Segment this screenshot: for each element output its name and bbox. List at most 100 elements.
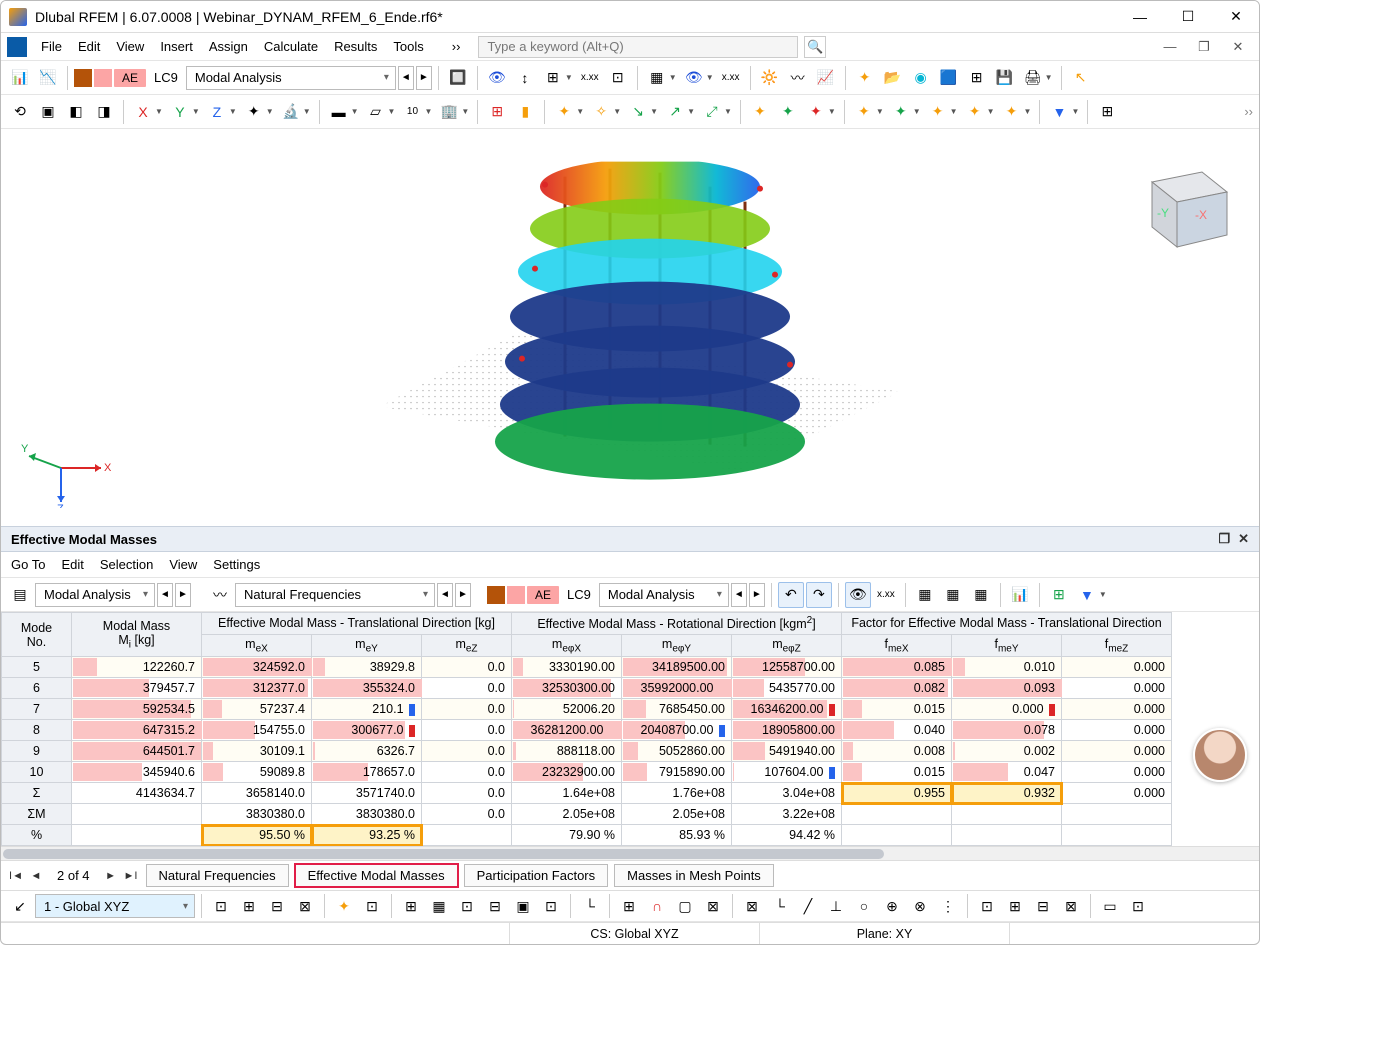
close-button[interactable]: ✕ [1221,5,1251,29]
tb-btn[interactable]: └ [767,893,793,919]
tb-btn[interactable]: ⊠ [739,893,765,919]
tb-btn[interactable]: └ [577,893,603,919]
filter-icon[interactable]: ▼ [1074,582,1100,608]
tb-btn[interactable]: ✦ [551,99,577,125]
menu-more[interactable]: ›› [444,36,469,57]
tb-btn[interactable]: ⊡ [359,893,385,919]
tb-btn[interactable]: ▦ [940,582,966,608]
tb-btn[interactable]: ⊗ [907,893,933,919]
tb-btn[interactable]: 〰 [785,65,811,91]
tb-btn[interactable]: ↖ [1068,65,1094,91]
table-row[interactable]: 5122260.7324592.038929.80.03330190.00341… [2,657,1172,678]
tb-btn[interactable]: ▢ [672,893,698,919]
tb-btn[interactable]: x.xx [873,582,899,608]
tb-btn[interactable]: ✦ [851,99,877,125]
th-group-factor[interactable]: Factor for Effective Modal Mass - Transl… [842,613,1172,634]
cube-icon[interactable]: ◧ [63,99,89,125]
tb-btn[interactable]: ⊕ [879,893,905,919]
tb-btn[interactable]: ⊞ [1094,99,1120,125]
tb-btn[interactable]: 👁 [681,65,707,91]
prev-button[interactable]: ◄ [437,583,453,607]
panel-close-icon[interactable]: ✕ [1223,35,1253,59]
tb-btn[interactable]: 📂 [880,65,906,91]
th-fmez[interactable]: fmeZ [1062,634,1172,657]
tb-btn[interactable]: ⊞ [540,65,566,91]
panel-undock-icon[interactable]: ❐ [1218,531,1230,547]
tb-btn[interactable]: ✧ [588,99,614,125]
tb-btn[interactable]: ⊡ [605,65,631,91]
wave-icon[interactable]: 〰 [207,582,233,608]
tb-btn[interactable]: ✦ [888,99,914,125]
tb-btn[interactable]: ⊠ [292,893,318,919]
th-mphz[interactable]: meφZ [732,634,842,657]
maximize-button[interactable]: ☐ [1173,5,1203,29]
filter-icon[interactable]: ▼ [1046,99,1072,125]
tb-btn[interactable]: 👁 [845,582,871,608]
tb-btn[interactable]: x.xx [718,65,744,91]
menu-assign[interactable]: Assign [201,36,256,57]
axis-icon[interactable]: ✦ [241,99,267,125]
magnet-icon[interactable]: ∩ [644,893,670,919]
th-fmey[interactable]: fmeY [952,634,1062,657]
tb-btn[interactable]: 🔬 [278,99,304,125]
th-mode[interactable]: ModeNo. [2,613,72,657]
panel-menu-goto[interactable]: Go To [11,557,45,572]
tb-btn[interactable]: ▦ [912,582,938,608]
table-row[interactable]: 7592534.557237.4210.1 0.052006.207685450… [2,699,1172,720]
results-table[interactable]: ModeNo. Modal MassMi [kg] Effective Moda… [1,612,1172,846]
assistant-avatar[interactable] [1193,728,1247,782]
table-row[interactable]: Σ4143634.73658140.03571740.00.01.64e+081… [2,783,1172,804]
tb-btn[interactable]: ▬ [326,99,352,125]
h-scrollbar[interactable] [1,846,1259,860]
search-icon[interactable]: 🔍 [804,36,826,58]
table-row[interactable]: 9644501.730109.16326.70.0888118.00505286… [2,741,1172,762]
last-page-button[interactable]: ►I [122,865,140,887]
panel-min-icon[interactable]: — [1155,35,1185,59]
tb-btn[interactable]: ⊡ [974,893,1000,919]
menu-results[interactable]: Results [326,36,385,57]
tb-btn[interactable]: ⊞ [398,893,424,919]
th-mez[interactable]: meZ [422,634,512,657]
coord-dropdown[interactable]: 1 - Global XYZ [35,894,195,918]
axis-y-icon[interactable]: Y [167,99,193,125]
tb-btn[interactable]: ↕ [512,65,538,91]
tb-btn[interactable]: ✦ [747,99,773,125]
tb-btn[interactable]: x.xx [577,65,603,91]
tb-btn[interactable]: ✦ [803,99,829,125]
tb-btn[interactable]: ⤢ [699,99,725,125]
tb-btn[interactable]: ◉ [908,65,934,91]
tb-btn[interactable]: 👁 [484,65,510,91]
tb-btn[interactable]: ▦ [644,65,670,91]
tb-btn[interactable]: 📊 [7,65,33,91]
prev-page-button[interactable]: ◄ [27,865,45,887]
tb-btn[interactable]: ⊟ [264,893,290,919]
tb-btn[interactable]: ↗ [662,99,688,125]
tb-btn[interactable]: 📊 [1007,582,1033,608]
axis-z-icon[interactable]: Z [204,99,230,125]
cube-icon[interactable]: ◨ [91,99,117,125]
tb-btn[interactable]: ⋮ [935,893,961,919]
tb-btn[interactable]: ⊞ [1002,893,1028,919]
table-row[interactable]: %95.50 %93.25 %79.90 %85.93 %94.42 % [2,825,1172,846]
tb-btn[interactable]: 📉 [35,65,61,91]
tb-btn[interactable]: 🖨 [1020,65,1046,91]
tb-btn[interactable]: ▱ [363,99,389,125]
panel-dd2[interactable]: Natural Frequencies [235,583,435,607]
tab-participation[interactable]: Participation Factors [464,864,609,887]
menu-insert[interactable]: Insert [152,36,201,57]
panel-icon[interactable]: ▤ [7,582,33,608]
tab-masses-mesh[interactable]: Masses in Mesh Points [614,864,774,887]
panel-menu-selection[interactable]: Selection [100,557,153,572]
menu-tools[interactable]: Tools [385,36,431,57]
tb-btn[interactable]: ⊡ [538,893,564,919]
tb-btn[interactable]: 📈 [813,65,839,91]
panel-dd1[interactable]: Modal Analysis [35,583,155,607]
th-mphx[interactable]: meφX [512,634,622,657]
search-input[interactable]: Type a keyword (Alt+Q) [478,36,798,58]
table-row[interactable]: ΣM3830380.03830380.00.02.05e+082.05e+083… [2,804,1172,825]
tb-btn[interactable]: 🏢 [436,99,462,125]
th-group-trans[interactable]: Effective Modal Mass - Translational Dir… [202,613,512,634]
excel-icon[interactable]: ⊞ [1046,582,1072,608]
th-mex[interactable]: meX [202,634,312,657]
tb-btn[interactable]: 10 [399,99,425,125]
